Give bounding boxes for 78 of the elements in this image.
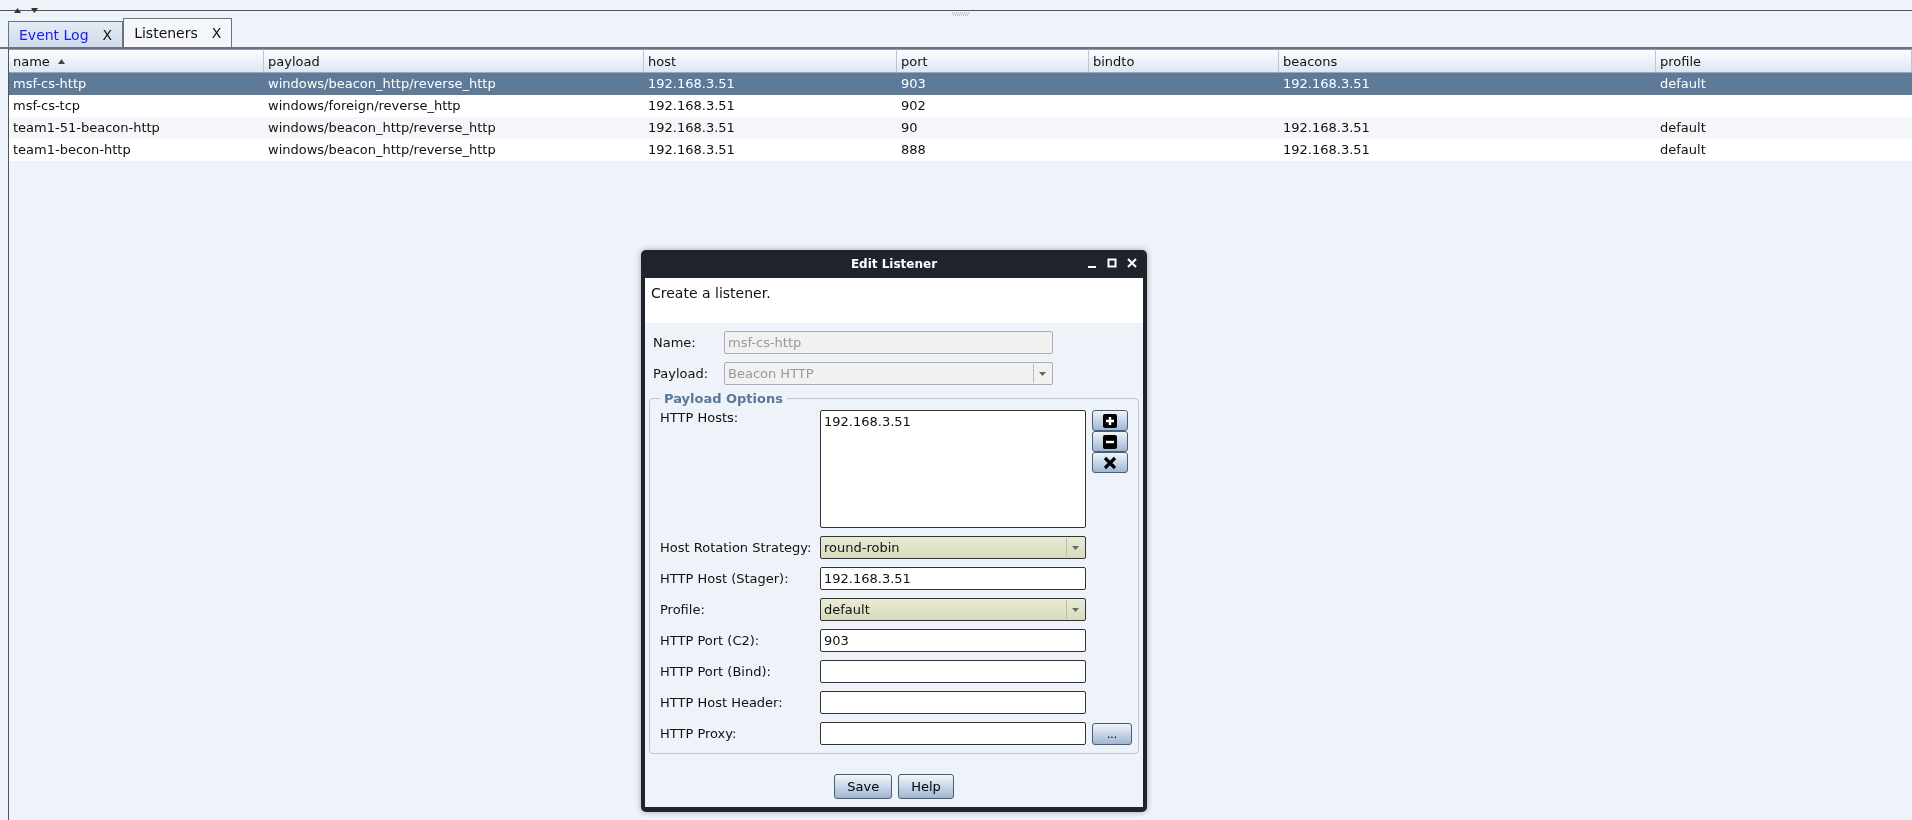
header-label: profile (1660, 53, 1702, 69)
description-text: Create a listener. (645, 278, 1143, 323)
field-label: Host Rotation Strategy: (660, 540, 813, 555)
plus-icon (1103, 413, 1117, 428)
header-label: name (13, 53, 50, 69)
header-label: host (648, 53, 677, 69)
table-cell: 192.168.3.51 (644, 73, 897, 95)
table-cell: msf-cs-tcp (9, 95, 264, 117)
text-field[interactable]: 192.168.3.51 (820, 567, 1086, 590)
dropdown[interactable]: default (820, 598, 1086, 621)
table-cell: 192.168.3.51 (644, 117, 897, 139)
header-label: bindto (1093, 53, 1135, 69)
browse-button[interactable]: ... (1092, 722, 1132, 745)
column-header[interactable]: name (9, 49, 264, 73)
table-cell: 903 (897, 73, 1089, 95)
table-cell: windows/foreign/reverse_http (264, 95, 644, 117)
column-header[interactable]: bindto (1089, 49, 1279, 73)
table-cell: 902 (897, 95, 1089, 117)
field-label: Profile: (660, 602, 706, 617)
expand-arrow-icon[interactable] (31, 7, 38, 13)
header-label: beacons (1283, 53, 1338, 69)
table-cell: team1-51-beacon-http (9, 117, 264, 139)
tab[interactable]: Listeners X (123, 18, 233, 47)
text-field[interactable] (820, 691, 1086, 714)
dropdown[interactable]: round-robin (820, 536, 1086, 559)
close-icon (1103, 455, 1117, 470)
field-label: HTTP Port (C2): (660, 633, 761, 648)
table-cell: team1-becon-http (9, 139, 264, 161)
list-item[interactable]: 192.168.3.51 (824, 414, 1082, 429)
hosts-list[interactable]: 192.168.3.51 (820, 410, 1086, 528)
text-field[interactable]: 903 (820, 629, 1086, 652)
table-cell: 192.168.3.51 (1279, 117, 1656, 139)
field-label: HTTP Port (Bind): (660, 664, 772, 679)
table-cell: default (1656, 139, 1912, 161)
add-button[interactable] (1092, 410, 1128, 431)
collapse-arrow-icon[interactable] (14, 7, 21, 13)
dialog-button[interactable]: Save (834, 774, 893, 799)
field-label: HTTP Hosts: (660, 410, 740, 425)
window-title: Edit Listener (850, 257, 938, 271)
tab-label: Listeners (134, 25, 198, 41)
maximize-icon[interactable] (1107, 258, 1117, 268)
table-cell: msf-cs-http (9, 73, 264, 95)
field-label: Name: (653, 335, 697, 350)
table-cell: 192.168.3.51 (644, 95, 897, 117)
text-field[interactable] (820, 722, 1086, 745)
table-cell: windows/beacon_http/reverse_http (264, 117, 644, 139)
table-cell: 192.168.3.51 (1279, 139, 1656, 161)
clear-button[interactable] (1092, 452, 1128, 473)
table-cell: default (1656, 73, 1912, 95)
tab-label: Event Log (19, 26, 89, 43)
table-cell: 192.168.3.51 (644, 139, 897, 161)
table-cell: windows/beacon_http/reverse_http (264, 73, 644, 95)
table-cell: default (1656, 117, 1912, 139)
column-header[interactable]: host (644, 49, 897, 73)
field-label: HTTP Proxy: (660, 726, 738, 741)
table-cell: 888 (897, 139, 1089, 161)
field-label: HTTP Host Header: (660, 695, 784, 710)
close-icon[interactable] (1127, 258, 1137, 268)
text-field[interactable] (820, 660, 1086, 683)
header-label: payload (268, 53, 320, 69)
tab[interactable]: Event Log X (8, 21, 124, 47)
table-cell: 90 (897, 117, 1089, 139)
column-header[interactable]: port (897, 49, 1089, 73)
splitter-grip-icon[interactable] (952, 12, 970, 16)
remove-button[interactable] (1092, 431, 1128, 452)
minus-icon (1103, 434, 1117, 449)
column-header[interactable]: profile (1656, 49, 1912, 73)
dialog-button[interactable]: Help (898, 774, 954, 799)
tab-close[interactable]: X (211, 25, 222, 41)
group-title: Payload Options (663, 391, 784, 406)
field-label: Payload: (653, 366, 710, 381)
table-cell: windows/beacon_http/reverse_http (264, 139, 644, 161)
table-cell: 192.168.3.51 (1279, 73, 1656, 95)
field-label: HTTP Host (Stager): (660, 571, 790, 586)
column-header[interactable]: beacons (1279, 49, 1656, 73)
tab-close[interactable]: X (102, 26, 113, 43)
column-header[interactable]: payload (264, 49, 644, 73)
header-label: port (901, 53, 928, 69)
